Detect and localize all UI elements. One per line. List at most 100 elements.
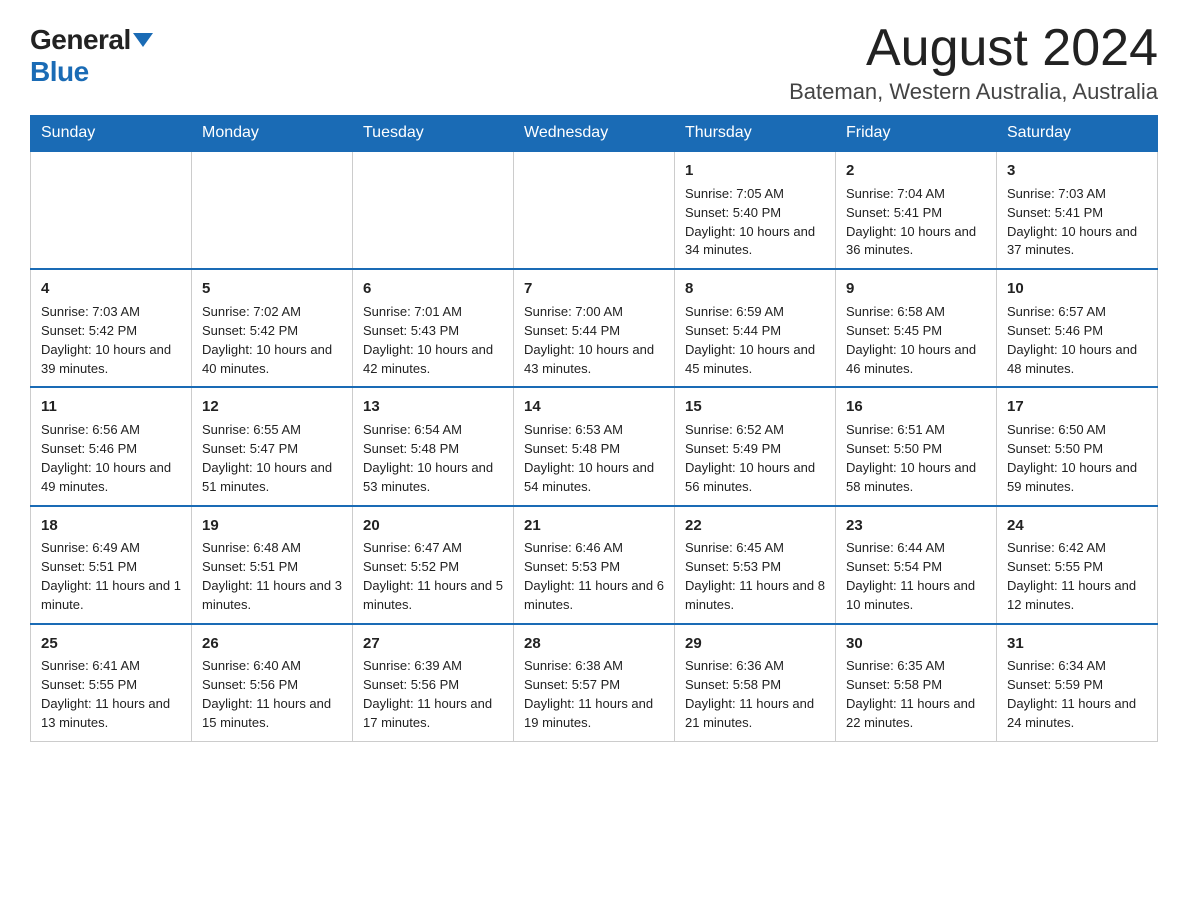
day-info: Sunrise: 6:36 AMSunset: 5:58 PMDaylight:… xyxy=(685,657,825,732)
title-block: August 2024 Bateman, Western Australia, … xyxy=(789,20,1158,105)
day-number: 17 xyxy=(1007,396,1147,418)
calendar-cell: 19Sunrise: 6:48 AMSunset: 5:51 PMDayligh… xyxy=(192,506,353,624)
day-info: Sunrise: 6:55 AMSunset: 5:47 PMDaylight:… xyxy=(202,421,342,496)
day-number: 25 xyxy=(41,633,181,655)
day-number: 12 xyxy=(202,396,342,418)
calendar-day-header: Saturday xyxy=(997,116,1158,152)
calendar-cell: 28Sunrise: 6:38 AMSunset: 5:57 PMDayligh… xyxy=(514,624,675,742)
location-title: Bateman, Western Australia, Australia xyxy=(789,79,1158,105)
day-number: 13 xyxy=(363,396,503,418)
day-info: Sunrise: 6:38 AMSunset: 5:57 PMDaylight:… xyxy=(524,657,664,732)
logo: General Blue xyxy=(30,20,153,88)
day-number: 5 xyxy=(202,278,342,300)
day-info: Sunrise: 7:01 AMSunset: 5:43 PMDaylight:… xyxy=(363,303,503,378)
day-info: Sunrise: 6:52 AMSunset: 5:49 PMDaylight:… xyxy=(685,421,825,496)
day-info: Sunrise: 6:54 AMSunset: 5:48 PMDaylight:… xyxy=(363,421,503,496)
logo-general: General xyxy=(30,24,131,56)
day-info: Sunrise: 7:00 AMSunset: 5:44 PMDaylight:… xyxy=(524,303,664,378)
day-info: Sunrise: 6:58 AMSunset: 5:45 PMDaylight:… xyxy=(846,303,986,378)
day-number: 3 xyxy=(1007,160,1147,182)
day-info: Sunrise: 6:47 AMSunset: 5:52 PMDaylight:… xyxy=(363,539,503,614)
calendar-cell: 13 Sunrise: 6:54 AMSunset: 5:48 PMDayligh… xyxy=(353,387,514,505)
day-number: 22 xyxy=(685,515,825,537)
day-info: Sunrise: 6:53 AMSunset: 5:48 PMDaylight:… xyxy=(524,421,664,496)
calendar-cell xyxy=(353,151,514,269)
day-info: Sunrise: 7:04 AMSunset: 5:41 PMDaylight:… xyxy=(846,185,986,260)
day-info: Sunrise: 7:02 AMSunset: 5:42 PMDaylight:… xyxy=(202,303,342,378)
calendar-day-header: Sunday xyxy=(31,116,192,152)
day-number: 1 xyxy=(685,160,825,182)
calendar-cell: 14 Sunrise: 6:53 AMSunset: 5:48 PMDayligh… xyxy=(514,387,675,505)
day-info: Sunrise: 6:56 AMSunset: 5:46 PMDaylight:… xyxy=(41,421,181,496)
day-number: 10 xyxy=(1007,278,1147,300)
day-info: Sunrise: 6:50 AMSunset: 5:50 PMDaylight:… xyxy=(1007,421,1147,496)
day-number: 29 xyxy=(685,633,825,655)
calendar-cell: 27Sunrise: 6:39 AMSunset: 5:56 PMDayligh… xyxy=(353,624,514,742)
day-info: Sunrise: 6:45 AMSunset: 5:53 PMDaylight:… xyxy=(685,539,825,614)
calendar-cell: 6 Sunrise: 7:01 AMSunset: 5:43 PMDaylight… xyxy=(353,269,514,387)
day-number: 9 xyxy=(846,278,986,300)
day-number: 15 xyxy=(685,396,825,418)
calendar-cell: 24Sunrise: 6:42 AMSunset: 5:55 PMDayligh… xyxy=(997,506,1158,624)
day-number: 6 xyxy=(363,278,503,300)
day-number: 26 xyxy=(202,633,342,655)
day-number: 14 xyxy=(524,396,664,418)
logo-blue: Blue xyxy=(30,56,89,87)
calendar-cell: 12 Sunrise: 6:55 AMSunset: 5:47 PMDayligh… xyxy=(192,387,353,505)
calendar-week-row: 4Sunrise: 7:03 AMSunset: 5:42 PMDaylight… xyxy=(31,269,1158,387)
calendar-day-header: Thursday xyxy=(675,116,836,152)
calendar-cell: 17 Sunrise: 6:50 AMSunset: 5:50 PMDayligh… xyxy=(997,387,1158,505)
calendar-cell: 10 Sunrise: 6:57 AMSunset: 5:46 PMDayligh… xyxy=(997,269,1158,387)
day-number: 28 xyxy=(524,633,664,655)
calendar-cell: 2 Sunrise: 7:04 AMSunset: 5:41 PMDaylight… xyxy=(836,151,997,269)
day-info: Sunrise: 7:05 AMSunset: 5:40 PMDaylight:… xyxy=(685,185,825,260)
day-info: Sunrise: 6:46 AMSunset: 5:53 PMDaylight:… xyxy=(524,539,664,614)
calendar-cell xyxy=(514,151,675,269)
day-info: Sunrise: 6:39 AMSunset: 5:56 PMDaylight:… xyxy=(363,657,503,732)
calendar-cell: 8Sunrise: 6:59 AMSunset: 5:44 PMDaylight… xyxy=(675,269,836,387)
calendar-cell xyxy=(192,151,353,269)
calendar-cell: 22Sunrise: 6:45 AMSunset: 5:53 PMDayligh… xyxy=(675,506,836,624)
day-number: 20 xyxy=(363,515,503,537)
day-info: Sunrise: 6:59 AMSunset: 5:44 PMDaylight:… xyxy=(685,303,825,378)
calendar-cell: 7 Sunrise: 7:00 AMSunset: 5:44 PMDaylight… xyxy=(514,269,675,387)
calendar-week-row: 11Sunrise: 6:56 AMSunset: 5:46 PMDayligh… xyxy=(31,387,1158,505)
day-info: Sunrise: 6:41 AMSunset: 5:55 PMDaylight:… xyxy=(41,657,181,732)
day-number: 23 xyxy=(846,515,986,537)
calendar-week-row: 1 Sunrise: 7:05 AMSunset: 5:40 PMDaylight… xyxy=(31,151,1158,269)
calendar-day-header: Monday xyxy=(192,116,353,152)
logo-triangle-icon xyxy=(133,33,153,47)
calendar-cell: 21Sunrise: 6:46 AMSunset: 5:53 PMDayligh… xyxy=(514,506,675,624)
day-info: Sunrise: 6:51 AMSunset: 5:50 PMDaylight:… xyxy=(846,421,986,496)
day-info: Sunrise: 7:03 AMSunset: 5:41 PMDaylight:… xyxy=(1007,185,1147,260)
day-number: 2 xyxy=(846,160,986,182)
calendar-cell: 29Sunrise: 6:36 AMSunset: 5:58 PMDayligh… xyxy=(675,624,836,742)
calendar-cell: 1 Sunrise: 7:05 AMSunset: 5:40 PMDaylight… xyxy=(675,151,836,269)
day-number: 4 xyxy=(41,278,181,300)
day-number: 27 xyxy=(363,633,503,655)
calendar-cell: 23Sunrise: 6:44 AMSunset: 5:54 PMDayligh… xyxy=(836,506,997,624)
calendar-header-row: SundayMondayTuesdayWednesdayThursdayFrid… xyxy=(31,116,1158,152)
day-number: 19 xyxy=(202,515,342,537)
calendar-cell: 9 Sunrise: 6:58 AMSunset: 5:45 PMDaylight… xyxy=(836,269,997,387)
day-info: Sunrise: 6:35 AMSunset: 5:58 PMDaylight:… xyxy=(846,657,986,732)
day-number: 18 xyxy=(41,515,181,537)
day-number: 30 xyxy=(846,633,986,655)
calendar-week-row: 18Sunrise: 6:49 AMSunset: 5:51 PMDayligh… xyxy=(31,506,1158,624)
calendar-cell: 26Sunrise: 6:40 AMSunset: 5:56 PMDayligh… xyxy=(192,624,353,742)
calendar-cell: 11Sunrise: 6:56 AMSunset: 5:46 PMDayligh… xyxy=(31,387,192,505)
calendar-cell: 4Sunrise: 7:03 AMSunset: 5:42 PMDaylight… xyxy=(31,269,192,387)
calendar-cell: 15 Sunrise: 6:52 AMSunset: 5:49 PMDayligh… xyxy=(675,387,836,505)
calendar-cell: 25Sunrise: 6:41 AMSunset: 5:55 PMDayligh… xyxy=(31,624,192,742)
day-info: Sunrise: 6:34 AMSunset: 5:59 PMDaylight:… xyxy=(1007,657,1147,732)
day-number: 31 xyxy=(1007,633,1147,655)
calendar-week-row: 25Sunrise: 6:41 AMSunset: 5:55 PMDayligh… xyxy=(31,624,1158,742)
day-info: Sunrise: 6:57 AMSunset: 5:46 PMDaylight:… xyxy=(1007,303,1147,378)
calendar-cell xyxy=(31,151,192,269)
day-number: 7 xyxy=(524,278,664,300)
calendar-cell: 18Sunrise: 6:49 AMSunset: 5:51 PMDayligh… xyxy=(31,506,192,624)
day-info: Sunrise: 6:44 AMSunset: 5:54 PMDaylight:… xyxy=(846,539,986,614)
day-number: 21 xyxy=(524,515,664,537)
calendar-cell: 20Sunrise: 6:47 AMSunset: 5:52 PMDayligh… xyxy=(353,506,514,624)
day-info: Sunrise: 6:48 AMSunset: 5:51 PMDaylight:… xyxy=(202,539,342,614)
